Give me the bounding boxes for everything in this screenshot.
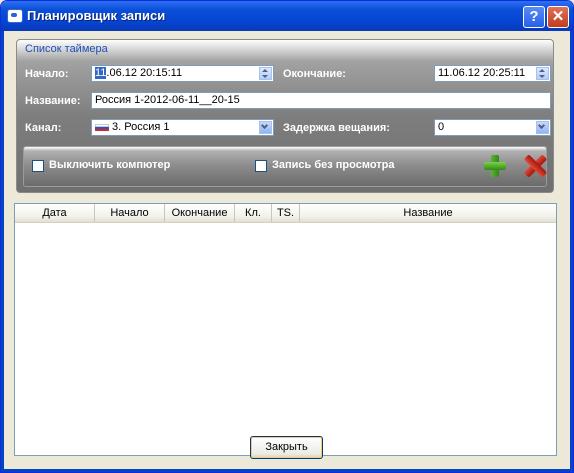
- chevron-down-icon[interactable]: [536, 121, 549, 134]
- shutdown-label[interactable]: Выключить компютер: [49, 159, 170, 171]
- window-border-right: [570, 31, 573, 472]
- client-area: Список таймера Начало: 11.06.12 20:15:11…: [4, 31, 570, 469]
- start-datetime-value: 11.06.12 20:15:11: [95, 67, 182, 79]
- column-header-start[interactable]: Начало: [95, 204, 165, 222]
- start-label: Начало:: [25, 68, 69, 80]
- delete-icon[interactable]: [524, 155, 546, 177]
- start-datetime-rest: .06.12 20:15:11: [106, 67, 183, 79]
- list-header: Дата Начало Окончание Кл. TS. Название: [15, 204, 556, 223]
- spin-up-icon[interactable]: [262, 69, 268, 72]
- help-button[interactable]: ?: [523, 6, 545, 28]
- close-button[interactable]: Закрыть: [250, 436, 323, 459]
- chevron-down-icon[interactable]: [259, 121, 272, 134]
- shutdown-checkbox[interactable]: [32, 160, 44, 172]
- close-window-button[interactable]: ✕: [547, 6, 569, 28]
- delay-select[interactable]: 0: [434, 119, 551, 136]
- spin-down-icon[interactable]: [262, 75, 268, 78]
- column-header-date[interactable]: Дата: [15, 204, 95, 222]
- channel-label: Канал:: [25, 122, 62, 134]
- options-bar: Выключить компютер Запись без просмотра: [23, 146, 547, 187]
- column-header-ts[interactable]: TS.: [272, 204, 300, 222]
- start-datetime-field[interactable]: 11.06.12 20:15:11: [91, 65, 274, 82]
- channel-select[interactable]: 3. Россия 1: [91, 119, 274, 136]
- flag-icon: [95, 124, 109, 131]
- column-header-channel[interactable]: Кл.: [235, 204, 272, 222]
- delay-label: Задержка вещания:: [283, 122, 390, 134]
- start-selected-segment: 11: [95, 67, 107, 79]
- end-label: Окончание:: [283, 68, 346, 80]
- column-header-end[interactable]: Окончание: [165, 204, 235, 222]
- title-bar[interactable]: Планировщик записи ? ✕: [1, 1, 573, 31]
- app-icon: [7, 9, 23, 23]
- spin-down-icon[interactable]: [539, 75, 545, 78]
- window-border-bottom: [1, 469, 573, 472]
- channel-value: 3. Россия 1: [112, 121, 170, 133]
- name-value: Россия 1-2012-06-11__20-15: [95, 94, 240, 106]
- column-header-name[interactable]: Название: [300, 204, 556, 222]
- timer-list[interactable]: Дата Начало Окончание Кл. TS. Название: [14, 203, 557, 456]
- end-spinner[interactable]: [536, 67, 549, 80]
- scheduler-window: Планировщик записи ? ✕ Список таймера На…: [0, 0, 574, 473]
- panel-title: Список таймера: [25, 43, 108, 55]
- end-datetime-field[interactable]: 11.06.12 20:25:11: [434, 65, 551, 82]
- window-title: Планировщик записи: [27, 8, 166, 23]
- record-no-view-label[interactable]: Запись без просмотра: [272, 159, 395, 171]
- name-field[interactable]: Россия 1-2012-06-11__20-15: [91, 92, 551, 109]
- record-no-view-checkbox[interactable]: [255, 160, 267, 172]
- plus-icon[interactable]: [484, 155, 506, 177]
- name-label: Название:: [25, 95, 81, 107]
- timer-panel: Список таймера Начало: 11.06.12 20:15:11…: [16, 39, 554, 193]
- start-spinner[interactable]: [259, 67, 272, 80]
- delay-value: 0: [438, 121, 445, 133]
- spin-up-icon[interactable]: [539, 69, 545, 72]
- end-datetime-value: 11.06.12 20:25:11: [438, 67, 526, 79]
